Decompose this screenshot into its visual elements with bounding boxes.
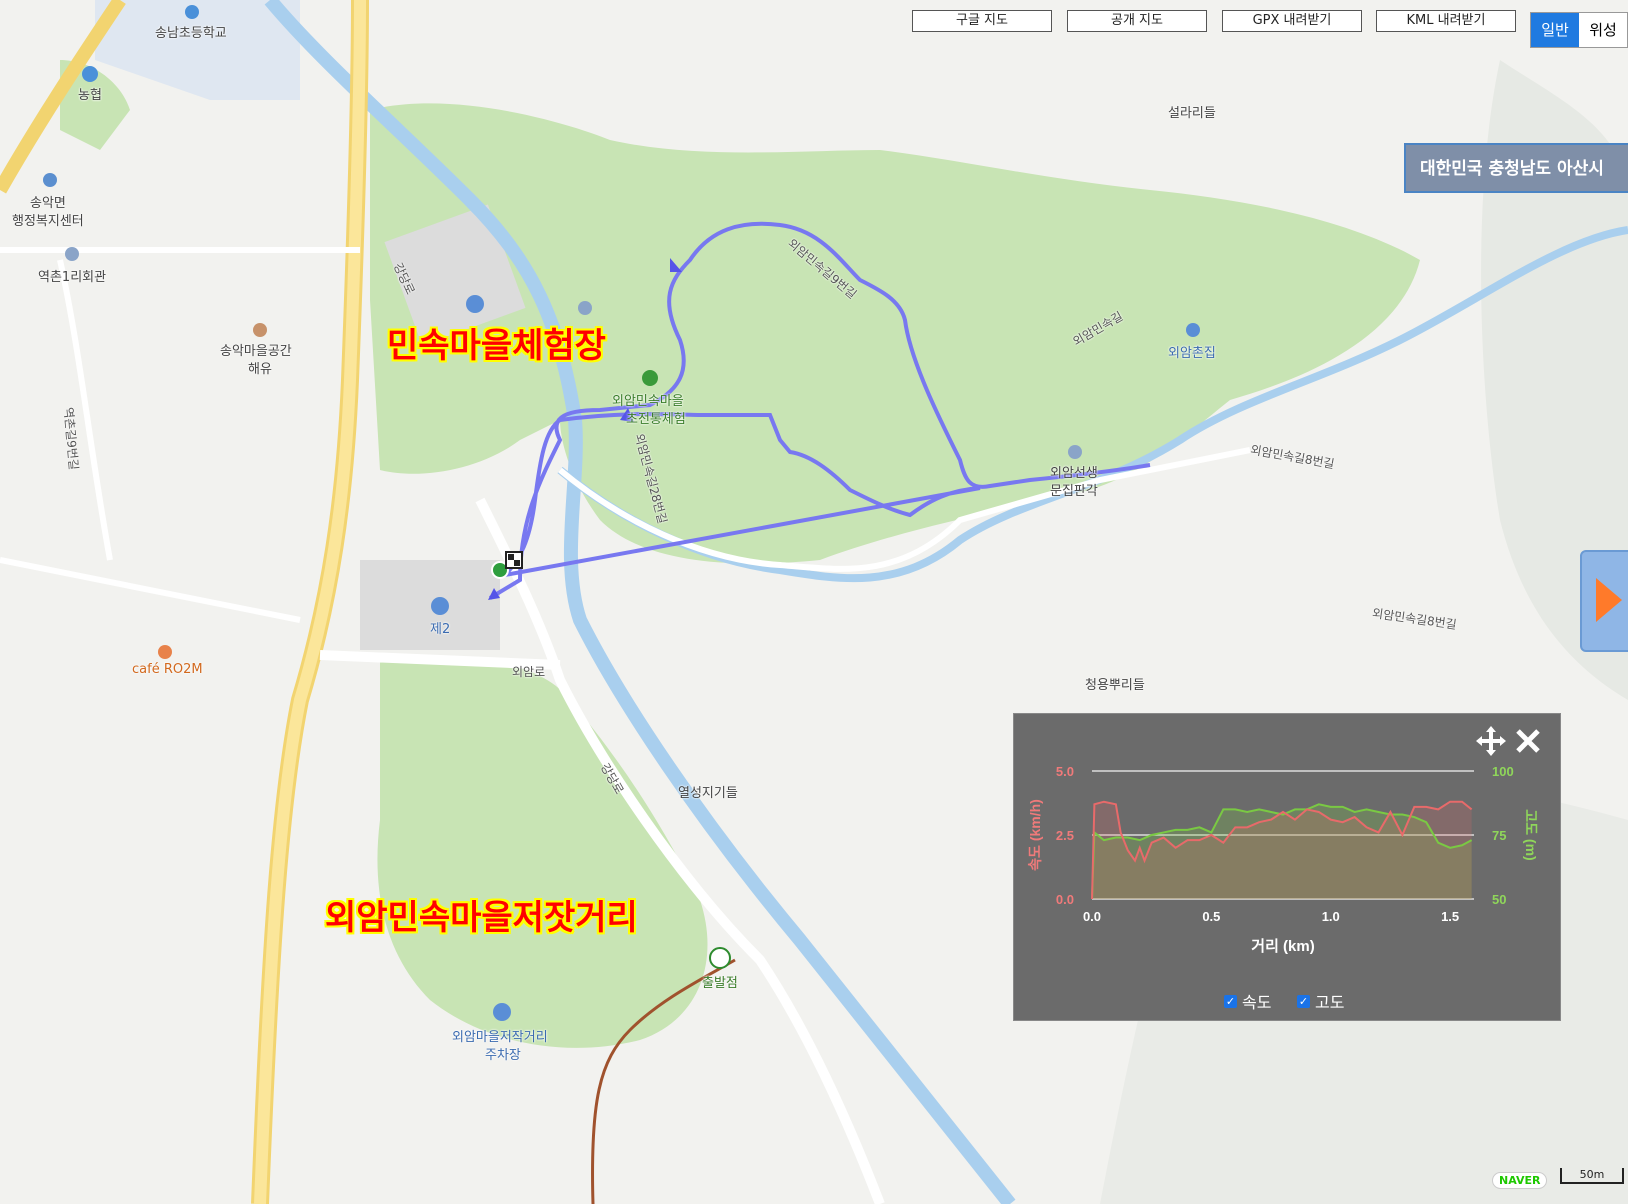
legend-speed-label: 속도 bbox=[1242, 993, 1272, 1012]
y-left-tick-label: 0.0 bbox=[1056, 892, 1074, 907]
start-point-icon[interactable] bbox=[709, 947, 731, 969]
map-type-toggle: 일반 위성 bbox=[1530, 12, 1628, 48]
x-tick-label: 1.0 bbox=[1322, 909, 1340, 924]
place-icon bbox=[65, 247, 79, 261]
legend-speed[interactable]: ✓ 속도 bbox=[1224, 989, 1271, 1013]
label-songak-myeon: 송악면 bbox=[30, 196, 66, 211]
government-icon bbox=[43, 173, 57, 187]
x-tick-label: 0.5 bbox=[1202, 909, 1220, 924]
open-map-button[interactable]: 공개 지도 bbox=[1067, 10, 1207, 32]
overlay-folk-village-market: 외암민속마을저잣거리 bbox=[325, 898, 638, 938]
google-map-button[interactable]: 구글 지도 bbox=[912, 10, 1052, 32]
label-munjip: 문집판각 bbox=[1050, 484, 1098, 499]
gpx-download-button[interactable]: GPX 내려받기 bbox=[1222, 10, 1362, 32]
school-icon bbox=[185, 5, 199, 19]
y-right-axis-label: 고도 (m) bbox=[1523, 809, 1539, 860]
tree-icon bbox=[642, 370, 658, 386]
label-seollari: 설라리들 bbox=[1168, 106, 1216, 121]
y-right-tick-label: 100 bbox=[1492, 764, 1514, 779]
place-icon bbox=[1068, 445, 1082, 459]
parking-icon bbox=[431, 597, 449, 615]
label-oeam-village: 외암민속마을 bbox=[612, 394, 684, 409]
play-arrow-icon bbox=[1596, 578, 1622, 622]
side-panel-toggle[interactable] bbox=[1580, 550, 1628, 652]
bank-icon bbox=[82, 66, 98, 82]
y-left-tick-label: 2.5 bbox=[1056, 828, 1074, 843]
move-icon[interactable] bbox=[1474, 724, 1508, 758]
y-right-tick-label: 75 bbox=[1492, 828, 1506, 843]
speed-checkbox[interactable]: ✓ bbox=[1224, 994, 1237, 1008]
label-nonghyup: 농협 bbox=[78, 88, 102, 103]
x-tick-label: 0.0 bbox=[1083, 909, 1101, 924]
label-oeamchon: 외암촌집 bbox=[1168, 346, 1216, 361]
legend-altitude-label: 고도 bbox=[1315, 993, 1345, 1012]
map-canvas[interactable] bbox=[0, 0, 1628, 1204]
label-parking2: 제2 bbox=[430, 622, 451, 637]
label-oeam-seonsaeng: 외암선생 bbox=[1050, 466, 1098, 481]
kml-download-button[interactable]: KML 내려받기 bbox=[1376, 10, 1516, 32]
elevation-speed-chart-panel: 0.0 2.5 5.0 50 75 100 0.0 0.5 1.0 1.5 거리 (km) 속도 (k… bbox=[1013, 713, 1561, 1021]
label-market-parking-sub: 주차장 bbox=[485, 1048, 521, 1063]
label-cheongyong: 청용뿌리들 bbox=[1085, 678, 1145, 693]
label-yeolseong: 열성지기들 bbox=[678, 786, 738, 801]
overlay-folk-village-experience: 민속마을체험장 bbox=[387, 326, 606, 366]
y-right-tick-label: 50 bbox=[1492, 892, 1506, 907]
label-cafe: café RO2M bbox=[132, 662, 203, 677]
label-oeam-road: 외암로 bbox=[512, 665, 546, 679]
legend-altitude[interactable]: ✓ 고도 bbox=[1297, 989, 1344, 1013]
label-school: 송남초등학교 bbox=[155, 26, 227, 41]
label-start-point: 출발점 bbox=[702, 976, 738, 991]
y-left-axis-label: 속도 (km/h) bbox=[1027, 799, 1043, 871]
region-label: 대한민국 충청남도 아산시 bbox=[1404, 143, 1628, 193]
label-welfare-center: 행정복지센터 bbox=[12, 214, 84, 229]
lodging-icon bbox=[1186, 323, 1200, 337]
label-experience: 초전통체험 bbox=[626, 412, 686, 427]
altitude-checkbox[interactable]: ✓ bbox=[1297, 994, 1310, 1008]
parking-icon bbox=[493, 1003, 511, 1021]
y-left-tick-label: 5.0 bbox=[1056, 764, 1074, 779]
label-songak-space-sub: 해유 bbox=[248, 362, 272, 377]
x-tick-label: 1.5 bbox=[1441, 909, 1459, 924]
map-type-normal-button[interactable]: 일반 bbox=[1531, 13, 1579, 47]
cafe-icon bbox=[158, 645, 172, 659]
naver-logo: NAVER bbox=[1492, 1172, 1548, 1189]
label-songak-space: 송악마을공간 bbox=[220, 344, 292, 359]
close-icon[interactable] bbox=[1514, 727, 1542, 755]
map-type-satellite-button[interactable]: 위성 bbox=[1579, 13, 1627, 47]
place-icon bbox=[578, 301, 592, 315]
label-yeokchon-hall: 역촌1리회관 bbox=[38, 270, 107, 285]
x-axis-label: 거리 (km) bbox=[1251, 938, 1314, 955]
chart-svg: 0.0 2.5 5.0 50 75 100 0.0 0.5 1.0 1.5 거리 (km) 속도 (k… bbox=[1027, 764, 1539, 955]
label-market-parking: 외암마을저작거리 bbox=[452, 1030, 548, 1045]
culture-icon bbox=[253, 323, 267, 337]
scale-bar: 50m bbox=[1560, 1168, 1624, 1184]
parking-icon bbox=[466, 295, 484, 313]
